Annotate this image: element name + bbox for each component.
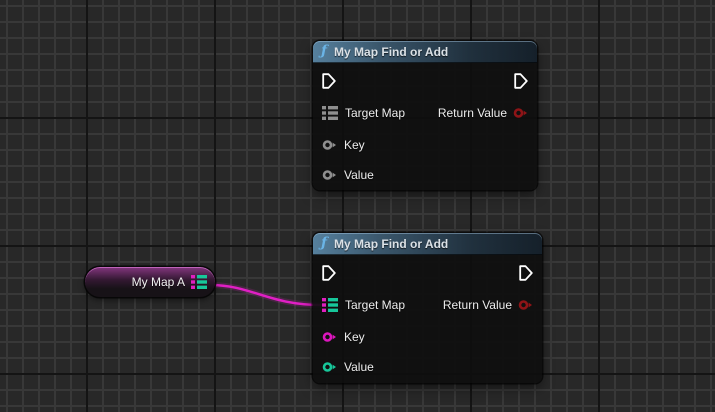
blueprint-graph-canvas[interactable]: My Map A ƒ My Map Find or Add — [0, 0, 715, 412]
return-value-pin[interactable] — [518, 299, 533, 311]
exec-in-pin[interactable] — [322, 265, 336, 281]
node-my-map-find-or-add-2[interactable]: ƒ My Map Find or Add Target — [313, 233, 542, 383]
key-pin-row: Key — [313, 327, 542, 347]
exec-pin-row — [313, 263, 542, 283]
exec-pin-row — [313, 71, 537, 91]
node-header[interactable]: ƒ My Map Find or Add — [313, 233, 542, 255]
return-value-label: Return Value — [443, 298, 512, 312]
key-label: Key — [344, 138, 365, 152]
node-header[interactable]: ƒ My Map Find or Add — [313, 41, 537, 63]
exec-out-pin[interactable] — [514, 73, 528, 89]
node-my-map-find-or-add-1[interactable]: ƒ My Map Find or Add Target — [313, 41, 537, 190]
key-pin[interactable] — [322, 331, 337, 343]
wire-glow — [210, 285, 322, 305]
value-pin[interactable] — [322, 169, 337, 181]
key-pin-row: Key — [313, 135, 537, 155]
value-pin-row: Value — [313, 357, 542, 377]
value-pin-row: Value — [313, 165, 537, 185]
key-label: Key — [344, 330, 365, 344]
function-icon: ƒ — [321, 236, 327, 250]
function-icon: ƒ — [321, 44, 327, 58]
target-map-pin[interactable] — [322, 106, 338, 120]
target-map-label: Target Map — [345, 106, 405, 120]
target-return-row: Target Map Return Value — [313, 295, 542, 315]
key-pin[interactable] — [322, 139, 337, 151]
return-value-pin[interactable] — [513, 107, 528, 119]
value-label: Value — [344, 360, 374, 374]
variable-label: My Map A — [132, 275, 185, 289]
target-map-label: Target Map — [345, 298, 405, 312]
exec-out-pin[interactable] — [519, 265, 533, 281]
exec-in-pin[interactable] — [322, 73, 336, 89]
node-title: My Map Find or Add — [334, 45, 448, 59]
variable-node-my-map-a[interactable]: My Map A — [85, 267, 215, 297]
return-value-label: Return Value — [438, 106, 507, 120]
target-map-pin[interactable] — [322, 298, 338, 312]
value-pin[interactable] — [322, 361, 337, 373]
target-return-row: Target Map Return Value — [313, 103, 537, 123]
value-label: Value — [344, 168, 374, 182]
map-output-pin[interactable] — [191, 275, 207, 289]
node-title: My Map Find or Add — [334, 237, 448, 251]
